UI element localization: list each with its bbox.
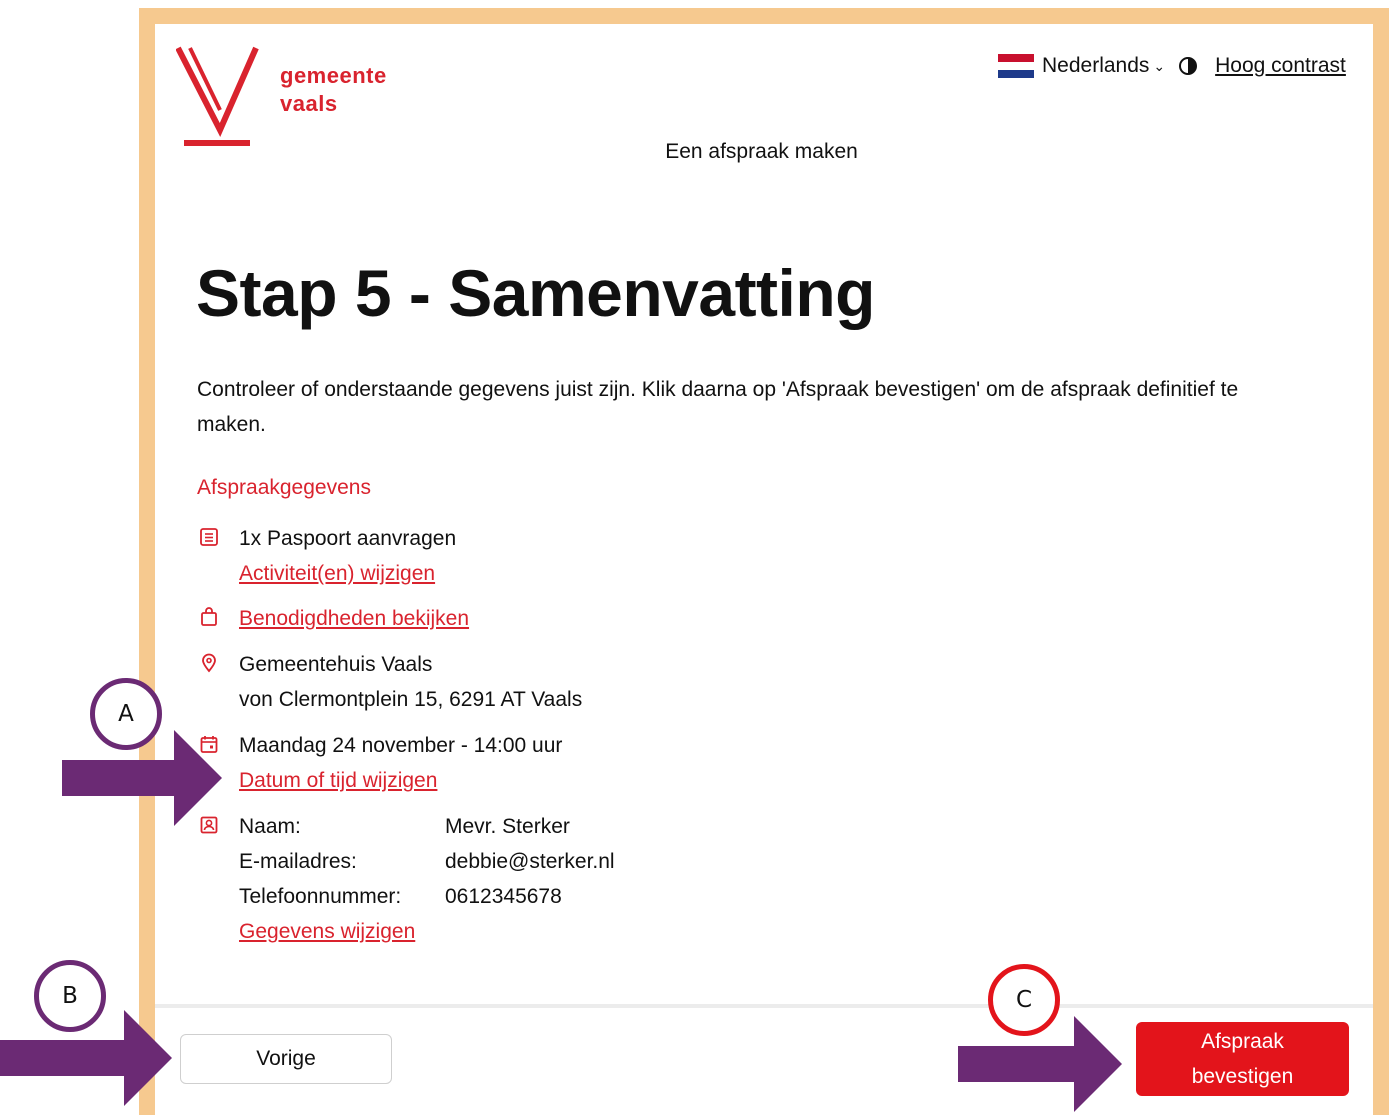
- contact-details: Naam: Mevr. Sterker E-mailadres: debbie@…: [239, 809, 615, 914]
- page-title: Stap 5 - Samenvatting: [196, 256, 876, 330]
- edit-datetime-link[interactable]: Datum of tijd wijzigen: [239, 763, 562, 798]
- dutch-flag-icon: [998, 54, 1034, 78]
- confirm-label-line-1: Afspraak: [1201, 1030, 1284, 1053]
- contrast-icon[interactable]: [1179, 57, 1198, 75]
- annotation-arrow-b-icon: [0, 1010, 172, 1106]
- edit-contact-link[interactable]: Gegevens wijzigen: [239, 914, 615, 949]
- location-item: Gemeentehuis Vaals von Clermontplein 15,…: [199, 647, 582, 717]
- name-label: Naam:: [239, 815, 301, 838]
- location-address: von Clermontplein 15, 6291 AT Vaals: [239, 688, 583, 711]
- logo-text: gemeente vaals: [280, 62, 387, 118]
- datetime-text: Maandag 24 november - 14:00 uur: [239, 734, 563, 757]
- activity-text: 1x Paspoort aanvragen: [239, 527, 457, 550]
- chevron-down-icon[interactable]: ⌄: [1153, 58, 1165, 75]
- footer-divider: [155, 1004, 1373, 1008]
- location-pin-icon: [202, 653, 216, 673]
- screenshot-frame-right: [1373, 8, 1389, 1115]
- logo-line-2: vaals: [280, 91, 338, 116]
- datetime-item: Maandag 24 november - 14:00 uur Datum of…: [199, 728, 562, 798]
- confirm-label-line-2: bevestigen: [1191, 1065, 1294, 1088]
- intro-text: Controleer of onderstaande gegevens juis…: [197, 378, 1239, 436]
- list-icon: [200, 528, 218, 546]
- email-label: E-mailadres:: [239, 850, 357, 873]
- phone-value: 0612345678: [445, 885, 562, 908]
- language-selector[interactable]: Nederlands: [1042, 54, 1149, 78]
- view-requirements-link[interactable]: Benodigdheden bekijken: [239, 601, 469, 636]
- activity-item: 1x Paspoort aanvragen Activiteit(en) wij…: [199, 521, 456, 591]
- contact-item: Naam: Mevr. Sterker E-mailadres: debbie@…: [199, 809, 615, 949]
- location-name: Gemeentehuis Vaals: [239, 653, 433, 676]
- page-subtitle: Een afspraak maken: [0, 140, 1389, 164]
- logo-line-1: gemeente: [280, 63, 387, 88]
- confirm-appointment-button[interactable]: Afspraak bevestigen: [1136, 1022, 1349, 1096]
- name-value: Mevr. Sterker: [445, 815, 570, 838]
- shopping-bag-icon: [201, 607, 217, 626]
- email-value: debbie@sterker.nl: [445, 850, 615, 873]
- phone-label: Telefoonnummer:: [239, 885, 402, 908]
- requirements-item: Benodigdheden bekijken: [199, 601, 469, 636]
- edit-activity-link[interactable]: Activiteit(en) wijzigen: [239, 556, 456, 591]
- section-title: Afspraakgegevens: [197, 476, 371, 499]
- annotation-arrow-a-icon: [62, 730, 222, 826]
- subtitle-text: Een afspraak maken: [665, 140, 858, 163]
- annotation-arrow-c-icon: [958, 1016, 1122, 1112]
- header-tools: Nederlands ⌄ Hoog contrast: [998, 54, 1346, 78]
- municipality-logo-icon[interactable]: [175, 44, 266, 148]
- previous-button[interactable]: Vorige: [180, 1034, 392, 1084]
- high-contrast-link[interactable]: Hoog contrast: [1215, 54, 1346, 78]
